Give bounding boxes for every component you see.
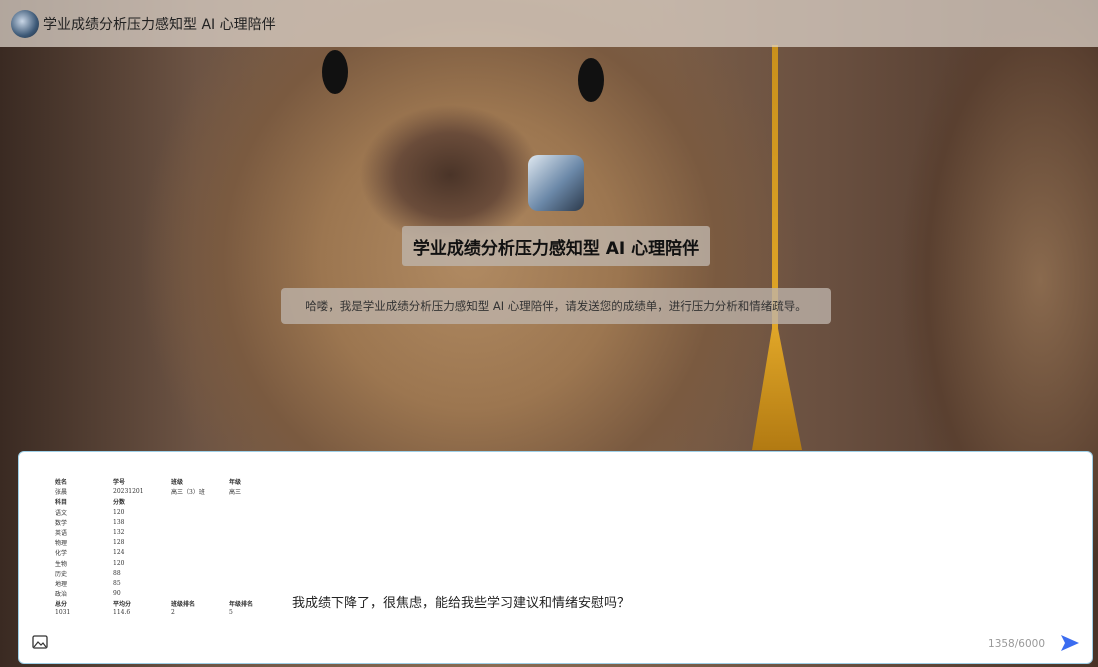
app-header: 学业成绩分析压力感知型 AI 心理陪伴 bbox=[0, 0, 1098, 47]
transcript-cell: 英语 bbox=[55, 528, 113, 538]
transcript-cell: 高三（3）班 bbox=[171, 487, 229, 497]
transcript-cell: 2 bbox=[171, 609, 229, 617]
transcript-cell: 化学 bbox=[55, 548, 113, 558]
app-title: 学业成绩分析压力感知型 AI 心理陪伴 bbox=[43, 14, 276, 34]
transcript-cell: 高三 bbox=[229, 487, 287, 497]
transcript-cell: 120 bbox=[113, 559, 171, 569]
transcript-cell: 地理 bbox=[55, 579, 113, 589]
transcript-cell: 1031 bbox=[55, 609, 113, 617]
transcript-cell: 政治 bbox=[55, 589, 113, 599]
transcript-cell: 120 bbox=[113, 508, 171, 518]
send-button[interactable] bbox=[1060, 634, 1080, 652]
transcript-cell: 物理 bbox=[55, 538, 113, 548]
transcript-cell: 85 bbox=[113, 579, 171, 589]
avatar bbox=[11, 10, 39, 38]
transcript-cell: 90 bbox=[113, 589, 171, 599]
transcript-cell: 姓名 bbox=[55, 477, 113, 487]
message-input[interactable]: 我成绩下降了，很焦虑，能给我些学习建议和情绪安慰吗？ bbox=[292, 592, 630, 611]
transcript-cell: 年级 bbox=[229, 477, 287, 487]
transcript-cell: 20231201 bbox=[113, 487, 171, 497]
beaver-eye bbox=[578, 58, 604, 102]
chat-input-box[interactable]: 姓名学号班级年级张晨20231201高三（3）班高三科目分数语文120数学138… bbox=[18, 451, 1093, 664]
transcript-cell: 平均分 bbox=[113, 599, 171, 609]
transcript-cell: 语文 bbox=[55, 508, 113, 518]
transcript-cell: 历史 bbox=[55, 569, 113, 579]
transcript-cell: 学号 bbox=[113, 477, 171, 487]
transcript-cell: 114.6 bbox=[113, 609, 171, 617]
transcript-cell: 5 bbox=[229, 609, 287, 617]
transcript-cell: 科目 bbox=[55, 497, 113, 507]
transcript-cell: 分数 bbox=[113, 497, 171, 507]
image-upload-icon[interactable] bbox=[32, 635, 48, 649]
char-count: 1358/6000 bbox=[988, 638, 1045, 650]
transcript-cell: 张晨 bbox=[55, 487, 113, 497]
hero-title: 学业成绩分析压力感知型 AI 心理陪伴 bbox=[402, 226, 710, 266]
transcript-cell: 数学 bbox=[55, 518, 113, 528]
transcript-cell: 88 bbox=[113, 569, 171, 579]
transcript-cell: 138 bbox=[113, 518, 171, 528]
bot-avatar bbox=[528, 155, 584, 211]
beaver-eye bbox=[322, 50, 348, 94]
transcript-cell: 生物 bbox=[55, 559, 113, 569]
transcript-cell: 132 bbox=[113, 528, 171, 538]
attached-transcript-image: 姓名学号班级年级张晨20231201高三（3）班高三科目分数语文120数学138… bbox=[55, 477, 287, 618]
transcript-cell: 班级 bbox=[171, 477, 229, 487]
transcript-cell: 年级排名 bbox=[229, 599, 287, 609]
welcome-message: 哈喽，我是学业成绩分析压力感知型 AI 心理陪伴，请发送您的成绩单，进行压力分析… bbox=[281, 288, 831, 324]
transcript-cell: 总分 bbox=[55, 599, 113, 609]
transcript-cell: 班级排名 bbox=[171, 599, 229, 609]
transcript-cell: 124 bbox=[113, 548, 171, 558]
transcript-cell: 128 bbox=[113, 538, 171, 548]
